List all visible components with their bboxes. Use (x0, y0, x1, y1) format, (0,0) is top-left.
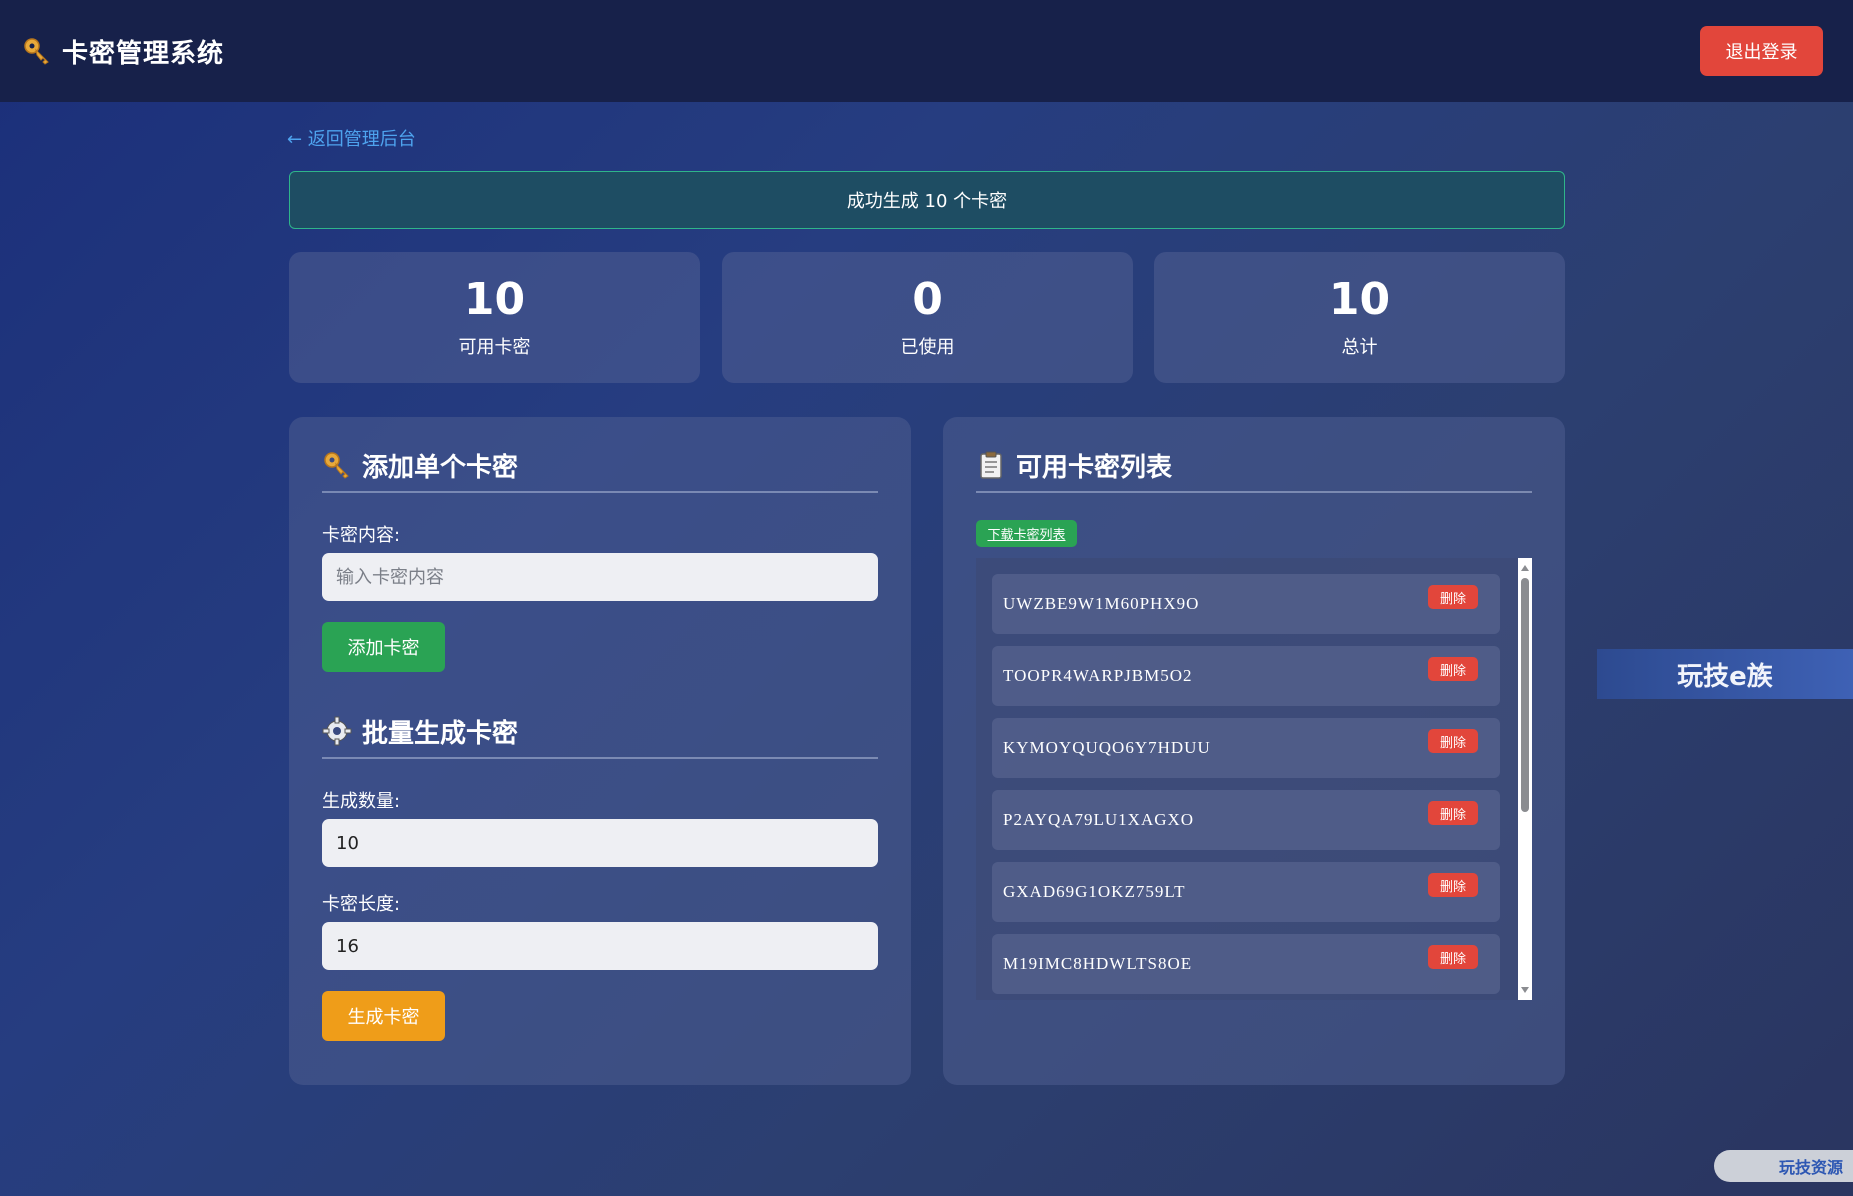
key-icon (324, 452, 349, 479)
add-single-header: 添加单个卡密 (322, 439, 878, 493)
key-icon (24, 38, 49, 65)
card-list-header: 可用卡密列表 (976, 439, 1532, 493)
card-code: M19IMC8HDWLTS8OE (1003, 954, 1193, 973)
stat-label: 已使用 (900, 336, 955, 358)
stat-card-total: 10 总计 (1154, 252, 1565, 383)
section-title: 添加单个卡密 (362, 452, 519, 483)
delete-button[interactable]: 删除 (1428, 585, 1478, 609)
card-code: P2AYQA79LU1XAGXO (1003, 810, 1195, 829)
card-code: TOOPR4WARPJBM5O2 (1003, 666, 1193, 685)
list-item: GXAD69G1OKZ759LT 删除 (992, 862, 1500, 922)
add-card-button[interactable]: 添加卡密 (322, 622, 445, 672)
delete-button[interactable]: 删除 (1428, 657, 1478, 681)
scroll-up-arrow-icon[interactable] (1521, 565, 1529, 571)
success-message: 成功生成 10 个卡密 (846, 191, 1008, 212)
delete-button[interactable]: 删除 (1428, 945, 1478, 969)
section-title: 可用卡密列表 (1016, 452, 1173, 483)
delete-button[interactable]: 删除 (1428, 801, 1478, 825)
card-list[interactable]: UWZBE9W1M60PHX9O 删除 TOOPR4WARPJBM5O2 删除 … (976, 558, 1532, 1000)
count-input[interactable] (322, 819, 878, 867)
card-code: UWZBE9W1M60PHX9O (1003, 594, 1200, 613)
section-title: 批量生成卡密 (362, 718, 519, 749)
stat-label: 可用卡密 (458, 336, 531, 358)
stat-card-used: 0 已使用 (722, 252, 1133, 383)
stat-value: 10 (463, 274, 526, 326)
count-label: 生成数量: (322, 791, 401, 812)
list-scrollbar[interactable] (1518, 558, 1532, 1000)
list-item: TOOPR4WARPJBM5O2 删除 (992, 646, 1500, 706)
generate-cards-button[interactable]: 生成卡密 (322, 991, 445, 1041)
scroll-thumb[interactable] (1521, 578, 1529, 812)
length-input[interactable] (322, 922, 878, 970)
back-to-admin-link[interactable]: ← 返回管理后台 (287, 125, 416, 151)
brand: 卡密管理系统 (22, 33, 224, 70)
stat-card-available: 10 可用卡密 (289, 252, 700, 383)
list-item: P2AYQA79LU1XAGXO 删除 (992, 790, 1500, 850)
card-code: KYMOYQUQO6Y7HDUU (1003, 738, 1211, 757)
card-form-panel: 添加单个卡密 卡密内容: 添加卡密 批量生成卡密 生成数量: 卡密长度: 生成卡… (289, 417, 911, 1085)
stat-label: 总计 (1341, 336, 1378, 358)
card-content-label: 卡密内容: (322, 525, 401, 546)
top-bar: 卡密管理系统 退出登录 (0, 0, 1853, 102)
length-label: 卡密长度: (322, 894, 401, 915)
list-item: UWZBE9W1M60PHX9O 删除 (992, 574, 1500, 634)
list-item: M19IMC8HDWLTS8OE 删除 (992, 934, 1500, 994)
gear-icon (322, 716, 352, 746)
scroll-down-arrow-icon[interactable] (1521, 987, 1529, 993)
app-title: 卡密管理系统 (62, 38, 225, 69)
success-banner: 成功生成 10 个卡密 (289, 171, 1565, 229)
clipboard-icon (980, 451, 1002, 479)
card-code: GXAD69G1OKZ759LT (1003, 882, 1186, 901)
delete-button[interactable]: 删除 (1428, 873, 1478, 897)
watermark-badge: 玩技资源 (1714, 1150, 1853, 1182)
list-item: KYMOYQUQO6Y7HDUU 删除 (992, 718, 1500, 778)
batch-generate-header: 批量生成卡密 (322, 705, 878, 759)
download-list-button[interactable]: 下载卡密列表 (976, 520, 1077, 547)
stat-value: 10 (1328, 274, 1391, 326)
watermark-logo: 玩技e族 (1597, 649, 1853, 699)
stat-value: 0 (912, 274, 943, 326)
card-content-input[interactable] (322, 553, 878, 601)
logout-button[interactable]: 退出登录 (1700, 26, 1823, 76)
delete-button[interactable]: 删除 (1428, 729, 1478, 753)
card-list-panel: 可用卡密列表 下载卡密列表 UWZBE9W1M60PHX9O 删除 TOOPR4… (943, 417, 1565, 1085)
